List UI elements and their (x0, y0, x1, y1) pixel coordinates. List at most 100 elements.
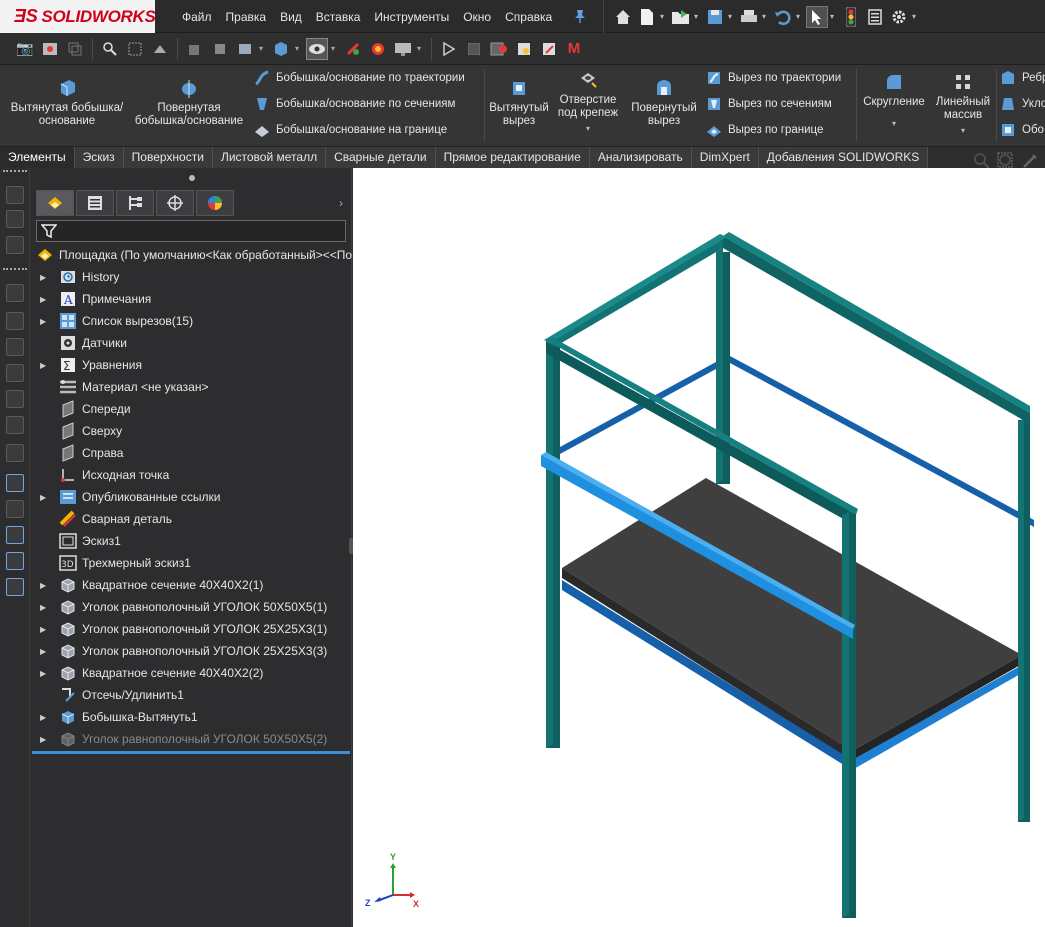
task-icon[interactable] (6, 500, 24, 518)
chevron-down-icon[interactable]: ▾ (259, 44, 267, 53)
tab-features[interactable]: Элементы (0, 147, 75, 168)
save-icon[interactable] (704, 6, 726, 28)
chevron-down-icon[interactable]: ▾ (660, 12, 668, 21)
scene-icon[interactable] (367, 38, 389, 60)
menu-window[interactable]: Окно (456, 10, 498, 24)
tab-weldments[interactable]: Сварные детали (326, 147, 436, 168)
expand-arrow-icon[interactable]: ▶ (40, 361, 50, 370)
task-icon[interactable] (6, 474, 24, 492)
expand-arrow-icon[interactable]: ▶ (40, 493, 50, 502)
feature-manager-tab[interactable] (36, 190, 74, 216)
new-macro-icon[interactable] (513, 38, 535, 60)
chevron-down-icon[interactable]: ▾ (331, 44, 339, 53)
extruded-cut-button[interactable]: Вытянутый вырез (488, 77, 550, 128)
copy-view-icon[interactable] (64, 38, 86, 60)
menu-view[interactable]: Вид (273, 10, 309, 24)
display-manager-tab[interactable] (196, 190, 234, 216)
task-icon[interactable] (6, 312, 24, 330)
task-icon[interactable] (6, 416, 24, 434)
dimxpert-manager-tab[interactable] (156, 190, 194, 216)
tree-item[interactable]: ▶ Список вырезов(15) (32, 310, 352, 332)
expand-arrow-icon[interactable]: ▶ (40, 647, 50, 656)
property-manager-tab[interactable] (76, 190, 114, 216)
revolved-boss-button[interactable]: Повернутая бобышка/основание (130, 77, 248, 128)
task-icon[interactable] (6, 284, 24, 302)
macro-m-icon[interactable]: M (563, 38, 585, 60)
new-document-icon[interactable] (636, 6, 658, 28)
appearance-icon[interactable] (342, 38, 364, 60)
tree-item[interactable]: ▶ Уголок равнополочный УГОЛОК 50X50X5(1) (32, 596, 352, 618)
menu-insert[interactable]: Вставка (309, 10, 368, 24)
menu-help[interactable]: Справка (498, 10, 559, 24)
configuration-manager-tab[interactable] (116, 190, 154, 216)
tab-evaluate[interactable]: Анализировать (589, 147, 692, 168)
tab-sheet-metal[interactable]: Листовой металл (212, 147, 327, 168)
chevron-down-icon[interactable]: ▾ (961, 124, 965, 137)
task-icon[interactable] (6, 552, 24, 570)
zoom-to-fit-icon[interactable] (99, 38, 121, 60)
expand-arrow-icon[interactable]: ▶ (40, 735, 50, 744)
stop-icon[interactable] (463, 38, 485, 60)
swept-boss-button[interactable]: Бобышка/основание по траектории (254, 70, 465, 86)
tree-item[interactable]: Исходная точка (32, 464, 352, 486)
print-icon[interactable] (738, 6, 760, 28)
view-cube-icon[interactable] (270, 38, 292, 60)
tree-item[interactable]: Материал <не указан> (32, 376, 352, 398)
expand-arrow-icon[interactable]: ▶ (40, 581, 50, 590)
tree-item[interactable]: Эскиз1 (32, 530, 352, 552)
tree-item[interactable]: ▶ Σ Уравнения (32, 354, 352, 376)
expand-arrow-icon[interactable]: ▶ (40, 603, 50, 612)
menu-file[interactable]: Файл (175, 10, 219, 24)
task-icon[interactable] (6, 338, 24, 356)
task-icon[interactable] (6, 364, 24, 382)
expand-arrow-icon[interactable]: ▶ (40, 273, 50, 282)
tab-solidworks-addins[interactable]: Добавления SOLIDWORKS (758, 147, 929, 168)
chevron-down-icon[interactable]: ▾ (694, 12, 702, 21)
tree-item[interactable]: ▶ A Примечания (32, 288, 352, 310)
lofted-cut-button[interactable]: Вырез по сечениям (706, 96, 832, 112)
fillet-button[interactable]: Скругление ▾ (860, 71, 928, 130)
expand-arrow-icon[interactable]: ▶ (40, 295, 50, 304)
tree-item[interactable]: Датчики (32, 332, 352, 354)
panel-grip[interactable] (32, 168, 352, 188)
draft-button[interactable]: Укло (1000, 96, 1045, 112)
task-icon[interactable] (6, 236, 24, 254)
select-cursor-icon[interactable] (806, 5, 828, 28)
view-orientation-icon[interactable] (209, 38, 231, 60)
task-icon[interactable] (6, 444, 24, 462)
tree-item[interactable]: Сварная деталь (32, 508, 352, 530)
play-icon[interactable] (438, 38, 460, 60)
camera-icon[interactable]: 📷 (14, 38, 36, 60)
monitor-icon[interactable] (392, 38, 414, 60)
edit-macro-icon[interactable] (538, 38, 560, 60)
tree-item[interactable]: ▶ Уголок равнополочный УГОЛОК 25X25X3(1) (32, 618, 352, 640)
file-properties-icon[interactable] (864, 6, 886, 28)
zoom-area-icon[interactable] (124, 38, 146, 60)
revolved-cut-button[interactable]: Повернутый вырез (628, 77, 700, 128)
tab-direct-editing[interactable]: Прямое редактирование (435, 147, 590, 168)
lofted-boss-button[interactable]: Бобышка/основание по сечениям (254, 96, 455, 112)
tree-item[interactable]: Справа (32, 442, 352, 464)
expand-arrow-icon[interactable]: ▶ (40, 713, 50, 722)
task-icon[interactable] (6, 210, 24, 228)
record-macro-icon[interactable] (488, 38, 510, 60)
chevron-down-icon[interactable]: ▾ (586, 122, 590, 135)
chevron-down-icon[interactable]: ▾ (728, 12, 736, 21)
tab-dimxpert[interactable]: DimXpert (691, 147, 759, 168)
menu-edit[interactable]: Правка (219, 10, 274, 24)
tree-item[interactable]: Отсечь/Удлинить1 (32, 684, 352, 706)
undo-icon[interactable] (772, 6, 794, 28)
tree-item[interactable]: Сверху (32, 420, 352, 442)
swept-cut-button[interactable]: Вырез по траектории (706, 70, 841, 86)
tree-item[interactable]: ▶ Уголок равнополочный УГОЛОК 25X25X3(3) (32, 640, 352, 662)
home-icon[interactable] (612, 6, 634, 28)
tab-sketch[interactable]: Эскиз (74, 147, 124, 168)
tree-item[interactable]: 3D Трехмерный эскиз1 (32, 552, 352, 574)
tab-surfaces[interactable]: Поверхности (123, 147, 213, 168)
tree-root-part[interactable]: Площадка (По умолчанию<Как обработанный>… (32, 244, 352, 266)
chevron-down-icon[interactable]: ▾ (796, 12, 804, 21)
section-view-icon[interactable] (149, 38, 171, 60)
solidworks-logo[interactable]: ƎS SOLIDWORKS (0, 0, 156, 33)
task-icon[interactable] (6, 578, 24, 596)
rib-button[interactable]: Ребр (1000, 70, 1045, 86)
